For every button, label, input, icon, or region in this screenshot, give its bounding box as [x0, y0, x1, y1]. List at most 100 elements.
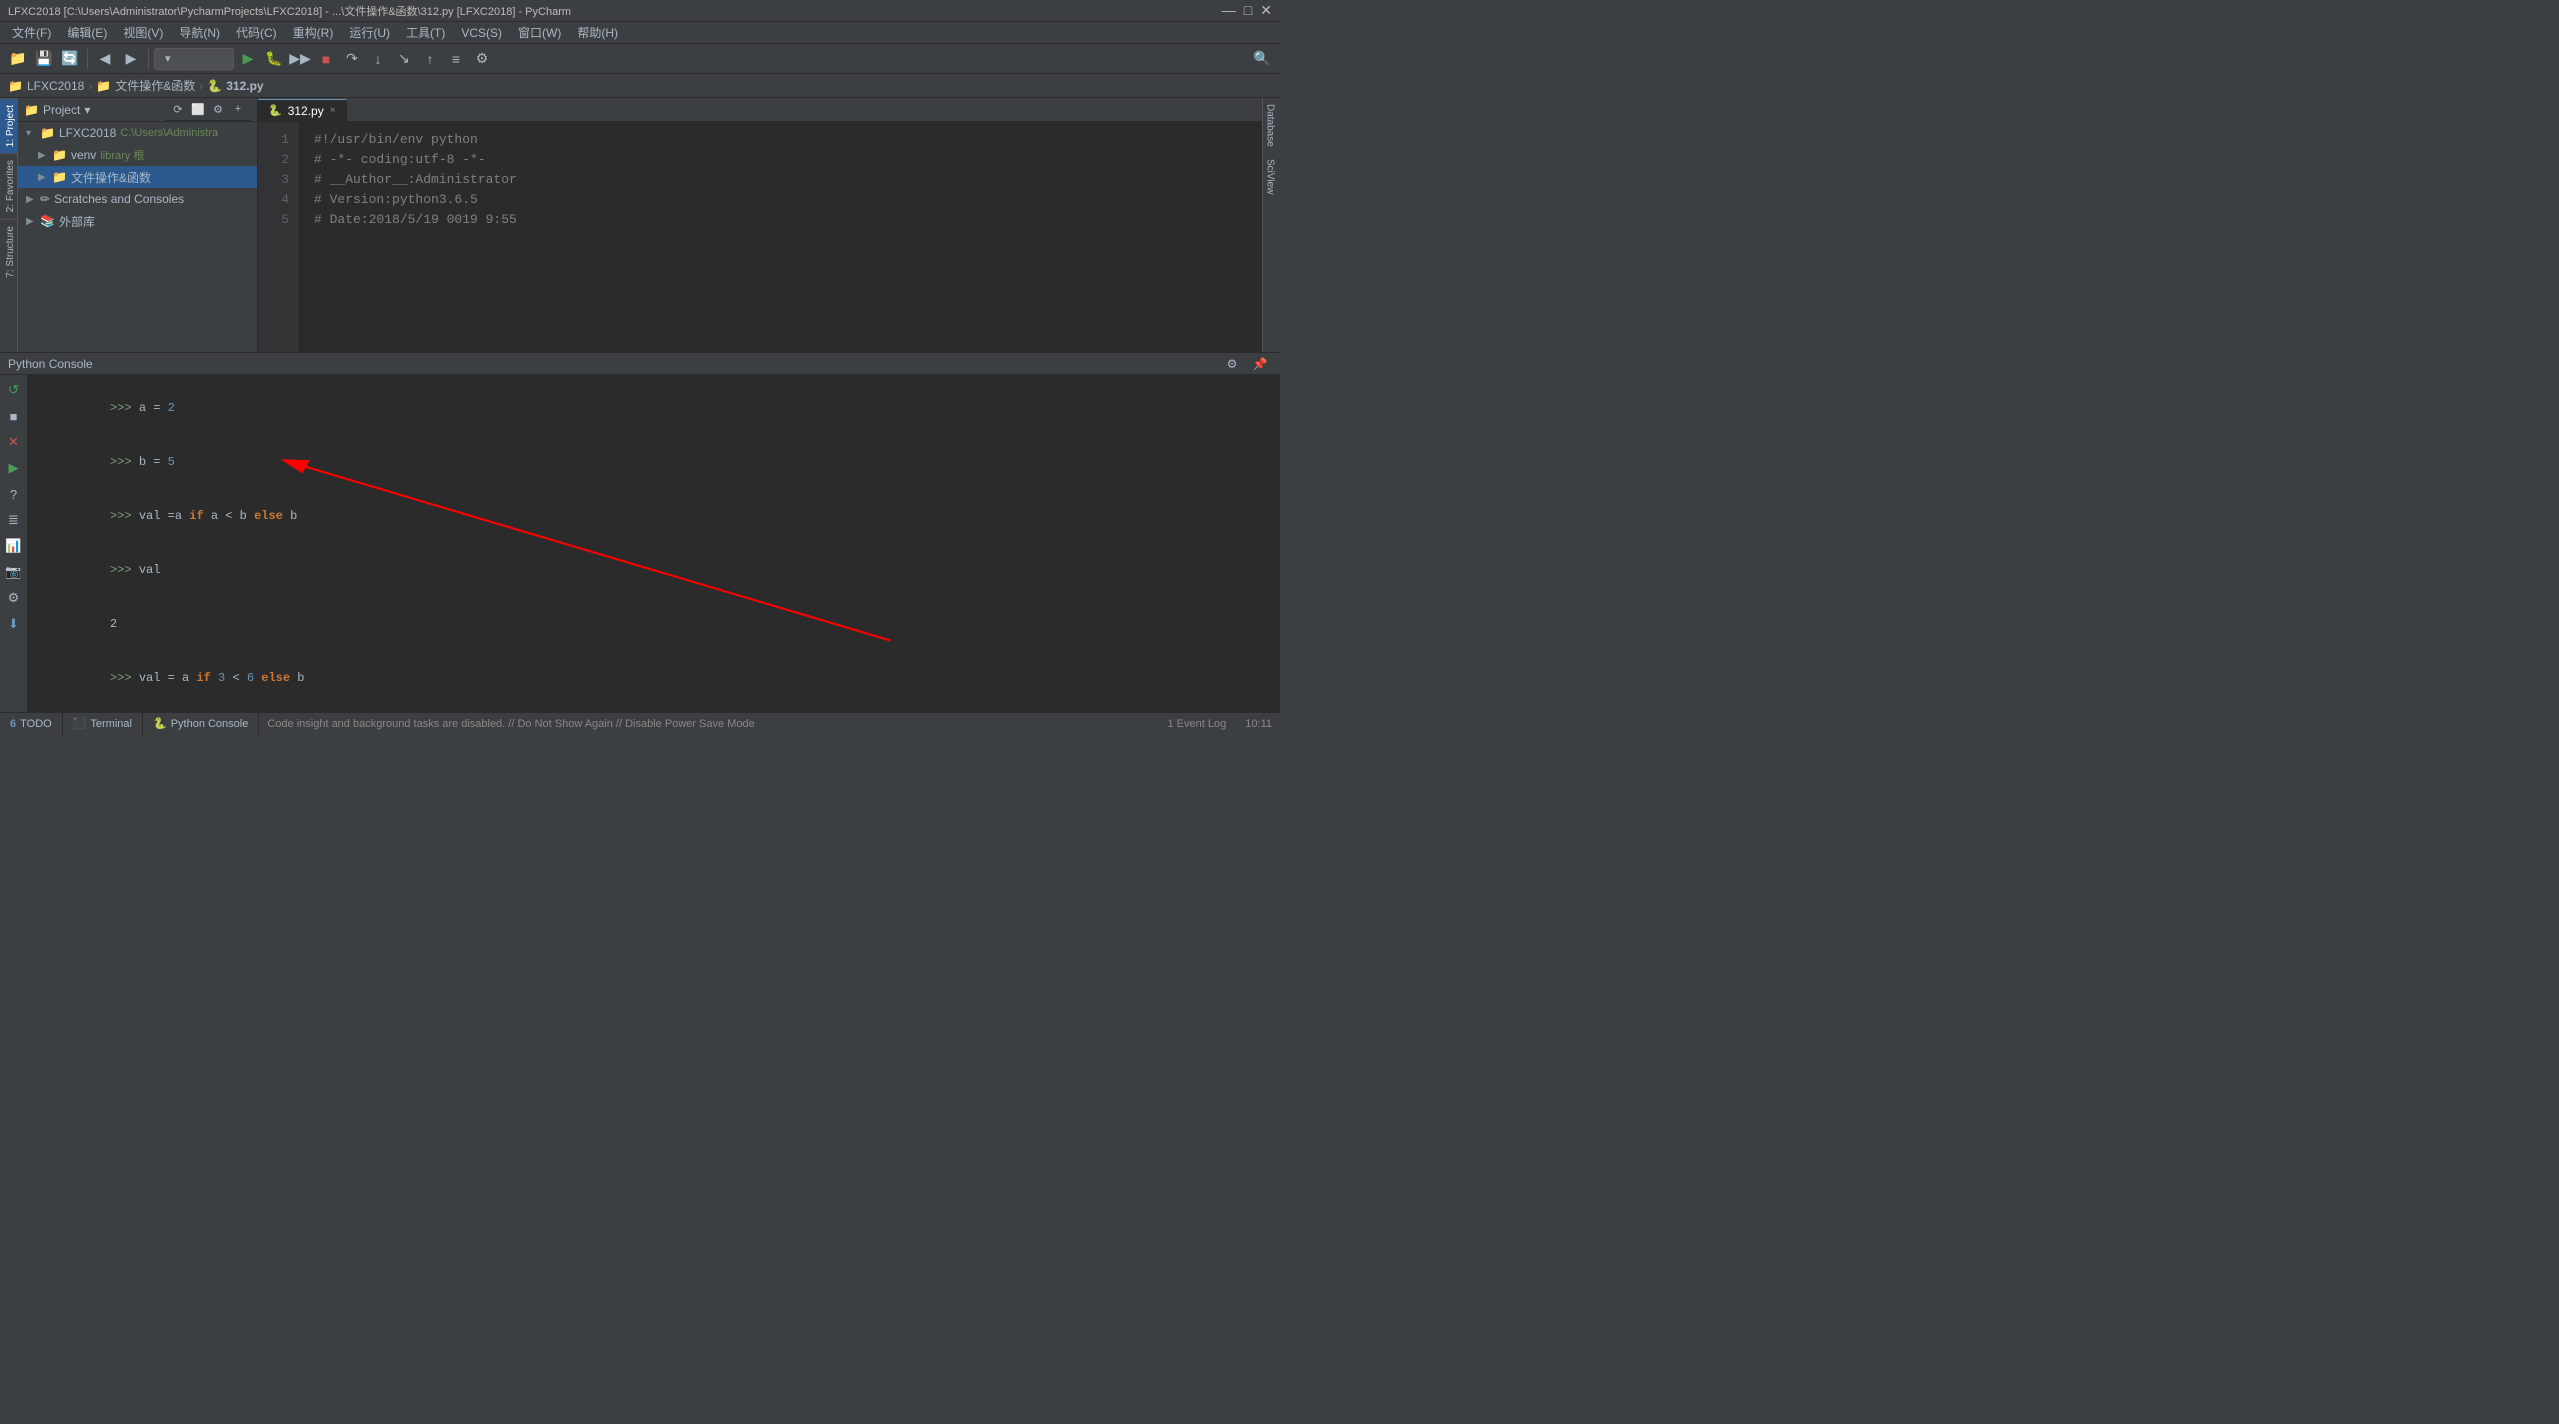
- sciview-tab[interactable]: SciView: [1263, 153, 1281, 200]
- menu-window[interactable]: 窗口(W): [510, 22, 569, 44]
- toolbar-separator2: [148, 49, 149, 69]
- menu-refactor[interactable]: 重构(R): [285, 22, 342, 44]
- structure-vtab[interactable]: 7: Structure: [0, 219, 18, 284]
- code-line-5: # Date:2018/5/19 0019 9:55: [314, 210, 1246, 230]
- tree-label-extlibs: 外部库: [59, 213, 95, 230]
- favorites-vtab[interactable]: 2: Favorites: [0, 153, 18, 218]
- code-content[interactable]: #!/usr/bin/env python # -*- coding:utf-8…: [298, 122, 1262, 352]
- step-into-button[interactable]: ↘: [392, 47, 416, 71]
- search-everywhere-button[interactable]: 🔍: [1250, 47, 1274, 71]
- scratches-icon: ✏: [40, 192, 50, 206]
- back-button[interactable]: ◀: [93, 47, 117, 71]
- console-help-button[interactable]: ?: [3, 483, 25, 505]
- step-over-button[interactable]: ↓: [366, 47, 390, 71]
- show-options-button[interactable]: ⚙: [209, 100, 227, 118]
- project-vtab[interactable]: 1: Project: [0, 98, 18, 153]
- code-area: 1 2 3 4 5 #!/usr/bin/env python # -*- co…: [258, 122, 1262, 352]
- tree-label-scratches: Scratches and Consoles: [54, 192, 184, 206]
- todo-num: 6: [10, 718, 16, 730]
- editor-area: 🐍 312.py × 1 2 3 4 5 #!/usr/bin/env pyth…: [258, 98, 1262, 352]
- minimize-button[interactable]: —: [1222, 2, 1236, 19]
- console-output[interactable]: >>> a = 2 >>> b = 5 >>> val =a if a < b …: [28, 375, 1280, 712]
- todo-label: TODO: [20, 718, 52, 730]
- menu-tools[interactable]: 工具(T): [398, 22, 453, 44]
- console-plots-button[interactable]: 📊: [3, 535, 25, 557]
- prompt-5: >>>: [110, 671, 139, 685]
- event-log-link[interactable]: 1 Event Log: [1168, 718, 1227, 730]
- console-vars-button[interactable]: ≣: [3, 509, 25, 531]
- run-config-selector[interactable]: ▾: [154, 48, 234, 70]
- console-line-2: >>> b = 5: [38, 435, 1270, 489]
- project-panel-header: 📁 Project ▾ ⟳ ⬜ ⚙ +: [18, 98, 257, 122]
- console-snapshot-button[interactable]: 📷: [3, 561, 25, 583]
- step-out-button[interactable]: ↑: [418, 47, 442, 71]
- menu-run[interactable]: 运行(U): [341, 22, 398, 44]
- tree-item-extlibs[interactable]: ▶ 📚 外部库: [18, 210, 257, 232]
- breadcrumb-folder[interactable]: 📁 文件操作&函数: [96, 77, 195, 94]
- expand-all-button[interactable]: +: [229, 100, 247, 118]
- console-run-button[interactable]: ▶: [3, 457, 25, 479]
- database-tab[interactable]: Database: [1263, 98, 1281, 153]
- project-icon: 📁: [24, 103, 39, 117]
- sync-files-button[interactable]: ⟳: [169, 100, 187, 118]
- maximize-button[interactable]: □: [1244, 2, 1252, 19]
- line-num-2: 2: [258, 150, 289, 170]
- menu-navigate[interactable]: 导航(N): [171, 22, 228, 44]
- collapse-all-button[interactable]: ⬜: [189, 100, 207, 118]
- open-folder-button[interactable]: 📁: [6, 47, 30, 71]
- menu-file[interactable]: 文件(F): [4, 22, 59, 44]
- run-config-mgr-button[interactable]: ⚙: [470, 47, 494, 71]
- status-tab-terminal[interactable]: ⬛ Terminal: [63, 713, 143, 735]
- folder-icon-venv: 📁: [52, 148, 67, 162]
- console-header-actions: ⚙ 📌: [1220, 352, 1272, 376]
- breadcrumb-sep2: ›: [199, 79, 203, 93]
- tree-arrow-fileops: ▶: [38, 172, 50, 183]
- tab-close-312py[interactable]: ×: [330, 105, 336, 116]
- menu-vcs[interactable]: VCS(S): [453, 22, 510, 44]
- sync-button[interactable]: 🔄: [58, 47, 82, 71]
- menu-help[interactable]: 帮助(H): [569, 22, 626, 44]
- console-rerun-button[interactable]: ↺: [3, 379, 25, 401]
- tree-arrow-venv: ▶: [38, 150, 50, 161]
- tree-item-lfxc2018[interactable]: ▾ 📁 LFXC2018 C:\Users\Administra: [18, 122, 257, 144]
- extlibs-icon: 📚: [40, 214, 55, 228]
- menu-view[interactable]: 视图(V): [115, 22, 171, 44]
- debug-button[interactable]: 🐛: [262, 47, 286, 71]
- terminal-icon: ⬛: [73, 717, 87, 730]
- console-pin-button[interactable]: 📌: [1248, 352, 1272, 376]
- console-stop-button[interactable]: ■: [3, 405, 25, 427]
- menu-code[interactable]: 代码(C): [228, 22, 285, 44]
- run-with-coverage[interactable]: ▶▶: [288, 47, 312, 71]
- close-button[interactable]: ✕: [1260, 2, 1272, 19]
- tab-bar: 🐍 312.py ×: [258, 98, 1262, 122]
- project-dropdown[interactable]: ▾: [84, 103, 90, 117]
- stop-button[interactable]: ■: [314, 47, 338, 71]
- breadcrumb-project[interactable]: 📁 LFXC2018: [8, 79, 84, 93]
- forward-button[interactable]: ▶: [119, 47, 143, 71]
- menu-edit[interactable]: 编辑(E): [59, 22, 115, 44]
- status-tab-python-console[interactable]: 🐍 Python Console: [143, 713, 259, 735]
- console-download-button[interactable]: ⬇: [3, 613, 25, 635]
- tab-312py[interactable]: 🐍 312.py ×: [258, 99, 347, 121]
- console-header: Python Console ⚙ 📌: [0, 353, 1280, 375]
- tree-item-scratches[interactable]: ▶ ✏ Scratches and Consoles: [18, 188, 257, 210]
- console-settings2-button[interactable]: ⚙: [3, 587, 25, 609]
- file-tree: ▾ 📁 LFXC2018 C:\Users\Administra ▶ 📁 ven…: [18, 122, 257, 352]
- console-settings-button[interactable]: ⚙: [1220, 352, 1244, 376]
- run-config-arrow: ▾: [165, 52, 171, 65]
- status-text: Code insight and background tasks are di…: [267, 718, 754, 730]
- tree-sub-lfxc2018: C:\Users\Administra: [120, 127, 218, 139]
- tree-item-venv[interactable]: ▶ 📁 venv library 根: [18, 144, 257, 166]
- evaluate-button[interactable]: ≡: [444, 47, 468, 71]
- run-button[interactable]: ▶: [236, 47, 260, 71]
- terminal-label: Terminal: [90, 718, 132, 730]
- console-line-3: >>> val =a if a < b else b: [38, 489, 1270, 543]
- status-tab-todo[interactable]: 6 TODO: [0, 713, 63, 735]
- console-line-7: >>> val: [38, 705, 1270, 712]
- console-close-button[interactable]: ✕: [3, 431, 25, 453]
- tree-item-fileops[interactable]: ▶ 📁 文件操作&函数: [18, 166, 257, 188]
- resume-button[interactable]: ↷: [340, 47, 364, 71]
- breadcrumb-file[interactable]: 🐍 312.py: [207, 79, 263, 93]
- save-button[interactable]: 💾: [32, 47, 56, 71]
- tab-label-312py: 312.py: [288, 104, 324, 118]
